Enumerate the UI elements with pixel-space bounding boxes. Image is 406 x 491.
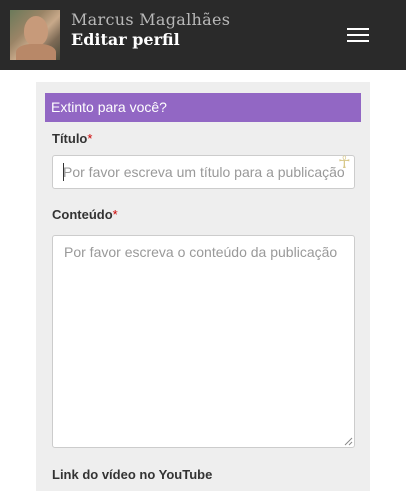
content-label-text: Conteúdo xyxy=(52,207,113,222)
menu-line xyxy=(347,40,369,42)
avatar[interactable] xyxy=(10,10,60,60)
top-bar: Marcus Magalhães Editar perfil xyxy=(0,0,406,70)
menu-line xyxy=(347,34,369,36)
user-name: Marcus Magalhães xyxy=(71,10,231,29)
resize-grip-icon[interactable] xyxy=(344,437,353,446)
content-textarea[interactable] xyxy=(52,235,355,448)
title-input[interactable] xyxy=(52,155,355,189)
required-mark: * xyxy=(112,207,118,222)
avatar-face xyxy=(24,16,48,46)
content-label: Conteúdo* xyxy=(52,207,118,222)
required-mark: * xyxy=(87,131,93,146)
title-label: Título* xyxy=(52,131,92,146)
ankh-icon: ☥ xyxy=(338,153,351,172)
menu-line xyxy=(347,28,369,30)
avatar-body xyxy=(16,44,56,60)
youtube-link-label: Link do vídeo no YouTube xyxy=(52,467,213,482)
title-label-text: Título xyxy=(52,131,88,146)
hamburger-menu-icon[interactable] xyxy=(344,26,370,46)
page-title: Editar perfil xyxy=(71,30,180,49)
text-cursor xyxy=(63,163,64,181)
alert-banner: Extinto para você? xyxy=(45,93,361,122)
